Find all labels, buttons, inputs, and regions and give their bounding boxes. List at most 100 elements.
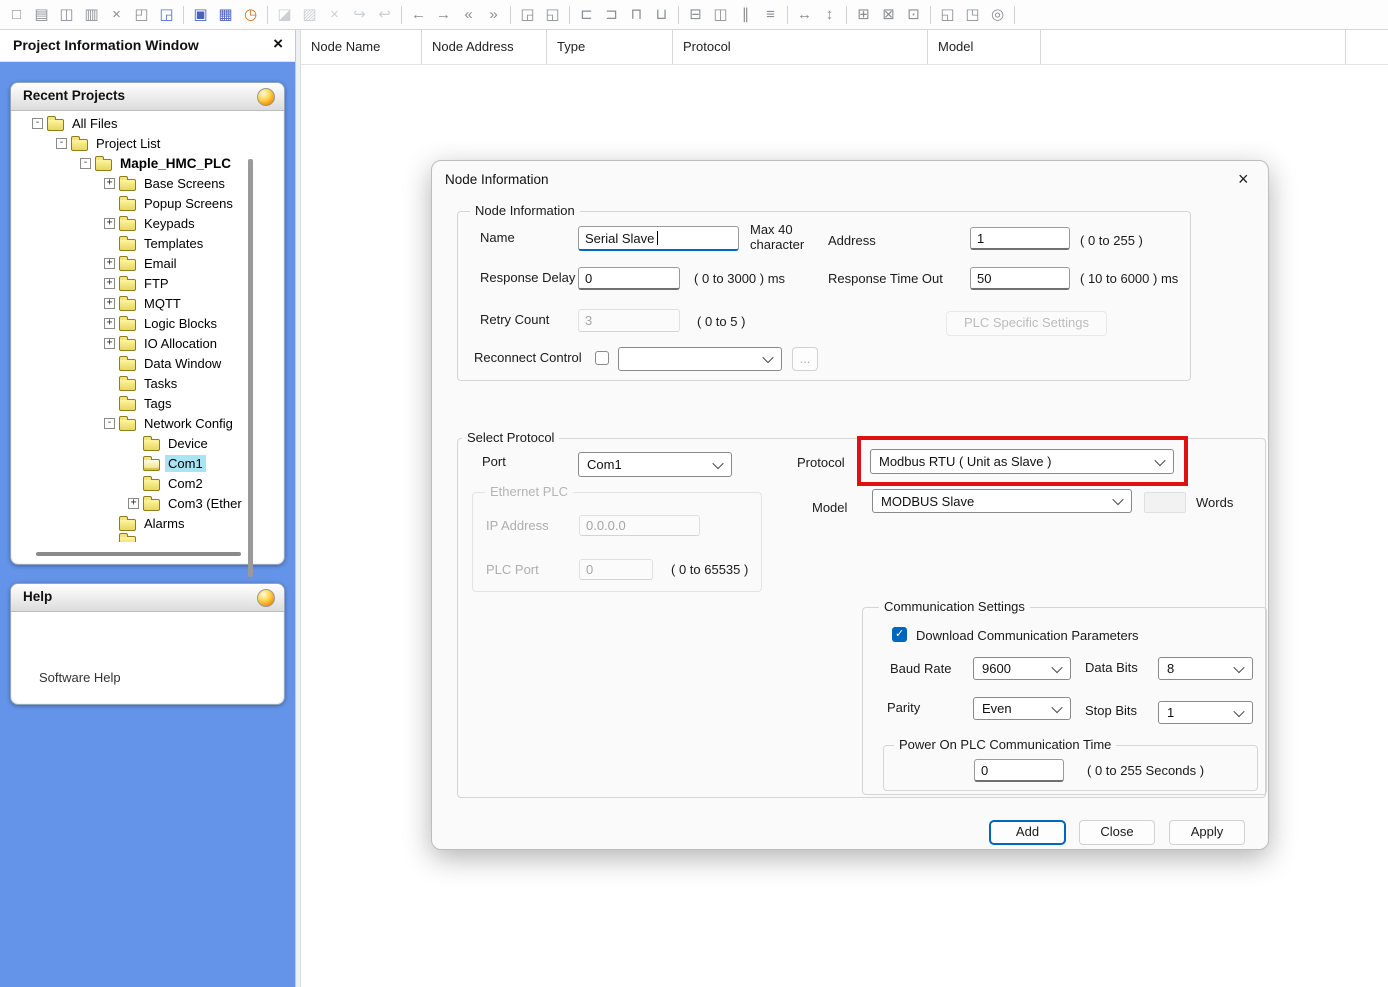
tree-vertical-scrollbar[interactable] bbox=[248, 159, 253, 577]
address-input[interactable] bbox=[970, 227, 1070, 250]
collapse-icon[interactable]: - bbox=[56, 138, 67, 149]
tree-item-com3-ethernet[interactable]: +Com3 (Ethernet) bbox=[18, 493, 242, 513]
align-right-icon[interactable]: ⊐ bbox=[599, 3, 624, 27]
reconnect-control-select[interactable] bbox=[618, 347, 782, 371]
forward-icon[interactable]: → bbox=[431, 3, 456, 27]
same-width-icon[interactable]: ↔ bbox=[792, 3, 817, 27]
expand-icon[interactable]: + bbox=[104, 178, 115, 189]
tree-item-keypads[interactable]: +Keypads bbox=[18, 213, 242, 233]
send-backward-icon[interactable]: ◱ bbox=[540, 3, 565, 27]
expand-icon[interactable]: + bbox=[104, 218, 115, 229]
tree-item-all-files[interactable]: -All Files bbox=[18, 113, 242, 133]
tree-item-ftp[interactable]: +FTP bbox=[18, 273, 242, 293]
tree-item-logic-blocks[interactable]: +Logic Blocks bbox=[18, 313, 242, 333]
group-icon[interactable]: ◱ bbox=[935, 3, 960, 27]
tree-item-device[interactable]: Device bbox=[18, 433, 242, 453]
tree-item-network-config[interactable]: -Network Config bbox=[18, 413, 242, 433]
tree-item-com1[interactable]: Com1 bbox=[18, 453, 242, 473]
align-left-icon[interactable]: ⊏ bbox=[574, 3, 599, 27]
column-header-protocol[interactable]: Protocol bbox=[673, 30, 928, 64]
collapse-orb-icon[interactable] bbox=[257, 589, 275, 607]
expand-icon[interactable]: + bbox=[104, 298, 115, 309]
last-icon[interactable]: » bbox=[481, 3, 506, 27]
column-header-model[interactable]: Model bbox=[928, 30, 1041, 64]
collapse-orb-icon[interactable] bbox=[257, 88, 275, 106]
collapse-icon[interactable]: - bbox=[32, 118, 43, 129]
help-header[interactable]: Help bbox=[11, 584, 284, 612]
database-icon[interactable]: ▦ bbox=[213, 3, 238, 27]
tree-item-tags[interactable]: Tags bbox=[18, 393, 242, 413]
expand-icon[interactable]: + bbox=[128, 498, 139, 509]
baud-rate-select[interactable]: 9600 bbox=[973, 657, 1071, 680]
reconnect-browse-button[interactable]: ... bbox=[792, 347, 818, 371]
response-timeout-input[interactable] bbox=[970, 267, 1070, 290]
add-notebook-icon[interactable]: ▤ bbox=[29, 3, 54, 27]
tree-item-maple-hmc-plc[interactable]: -Maple_HMC_PLC bbox=[18, 153, 242, 173]
tree-item-tasks[interactable]: Tasks bbox=[18, 373, 242, 393]
distribute-v-icon[interactable]: ≡ bbox=[758, 3, 783, 27]
response-delay-input[interactable] bbox=[578, 267, 680, 290]
center-screen-icon[interactable]: ⊡ bbox=[901, 3, 926, 27]
column-header-blank[interactable] bbox=[1041, 30, 1346, 64]
delete-icon[interactable]: × bbox=[104, 3, 129, 27]
collapse-icon[interactable]: - bbox=[80, 158, 91, 169]
tree-item-base-screens[interactable]: +Base Screens bbox=[18, 173, 242, 193]
model-select[interactable]: MODBUS Slave bbox=[872, 489, 1132, 513]
same-height-icon[interactable]: ↕ bbox=[817, 3, 842, 27]
tree-item-project-list[interactable]: -Project List bbox=[18, 133, 242, 153]
tree-item-templates[interactable]: Templates bbox=[18, 233, 242, 253]
ungroup-icon[interactable]: ◳ bbox=[960, 3, 985, 27]
add-button[interactable]: Add bbox=[989, 820, 1066, 845]
align-center-v-icon[interactable]: ◫ bbox=[708, 3, 733, 27]
close-button[interactable]: Close bbox=[1079, 820, 1155, 845]
software-help-link[interactable]: Software Help bbox=[39, 670, 121, 685]
parity-select[interactable]: Even bbox=[973, 697, 1071, 720]
open-project-icon[interactable]: ◰ bbox=[129, 3, 154, 27]
tree-item-mqtt[interactable]: +MQTT bbox=[18, 293, 242, 313]
align-center-h-icon[interactable]: ⊟ bbox=[683, 3, 708, 27]
fit-width-icon[interactable]: ⊞ bbox=[851, 3, 876, 27]
tree-horizontal-scrollbar[interactable] bbox=[36, 552, 241, 556]
close-icon[interactable]: × bbox=[273, 34, 283, 54]
database-clock-icon[interactable]: ◷ bbox=[238, 3, 263, 27]
distribute-h-icon[interactable]: ∥ bbox=[733, 3, 758, 27]
expand-icon[interactable]: + bbox=[104, 318, 115, 329]
recent-projects-header[interactable]: Recent Projects bbox=[11, 83, 284, 111]
align-bottom-icon[interactable]: ⊔ bbox=[649, 3, 674, 27]
column-header-type[interactable]: Type bbox=[547, 30, 673, 64]
back-icon[interactable]: ← bbox=[406, 3, 431, 27]
first-icon[interactable]: « bbox=[456, 3, 481, 27]
tree-item-data-window[interactable]: Data Window bbox=[18, 353, 242, 373]
bring-forward-icon[interactable]: ◲ bbox=[515, 3, 540, 27]
tree-item-partial[interactable] bbox=[18, 533, 242, 542]
expand-icon[interactable]: + bbox=[104, 338, 115, 349]
column-header-node-address[interactable]: Node Address bbox=[422, 30, 547, 64]
stop-bits-select[interactable]: 1 bbox=[1158, 701, 1253, 724]
column-header-node-name[interactable]: Node Name bbox=[301, 30, 422, 64]
name-input[interactable] bbox=[578, 226, 739, 251]
tree-item-io-allocation[interactable]: +IO Allocation bbox=[18, 333, 242, 353]
tree-item-alarms[interactable]: Alarms bbox=[18, 513, 242, 533]
data-bits-select[interactable]: 8 bbox=[1158, 657, 1253, 680]
tree-item-com2[interactable]: Com2 bbox=[18, 473, 242, 493]
add-list-icon[interactable]: ▥ bbox=[79, 3, 104, 27]
tree-item-popup-screens[interactable]: Popup Screens bbox=[18, 193, 242, 213]
fit-height-icon[interactable]: ⊠ bbox=[876, 3, 901, 27]
expand-icon[interactable]: + bbox=[104, 258, 115, 269]
protocol-select[interactable]: Modbus RTU ( Unit as Slave ) bbox=[870, 449, 1174, 474]
power-on-time-input[interactable] bbox=[974, 759, 1064, 782]
download-parameters-checkbox[interactable] bbox=[892, 627, 907, 642]
copy-page-icon[interactable]: ◫ bbox=[54, 3, 79, 27]
align-top-icon[interactable]: ⊓ bbox=[624, 3, 649, 27]
expand-icon[interactable]: + bbox=[104, 278, 115, 289]
online-monitor-icon[interactable]: ▣ bbox=[188, 3, 213, 27]
collapse-icon[interactable]: - bbox=[104, 418, 115, 429]
screen-editor-icon[interactable]: ◲ bbox=[154, 3, 179, 27]
new-file-icon[interactable]: □ bbox=[4, 3, 29, 27]
port-select[interactable]: Com1 bbox=[578, 452, 732, 477]
find-icon[interactable]: ◎ bbox=[985, 3, 1010, 27]
apply-button[interactable]: Apply bbox=[1169, 820, 1245, 845]
reconnect-control-checkbox[interactable] bbox=[595, 351, 609, 365]
tree-item-email[interactable]: +Email bbox=[18, 253, 242, 273]
close-icon[interactable]: × bbox=[1238, 169, 1249, 190]
